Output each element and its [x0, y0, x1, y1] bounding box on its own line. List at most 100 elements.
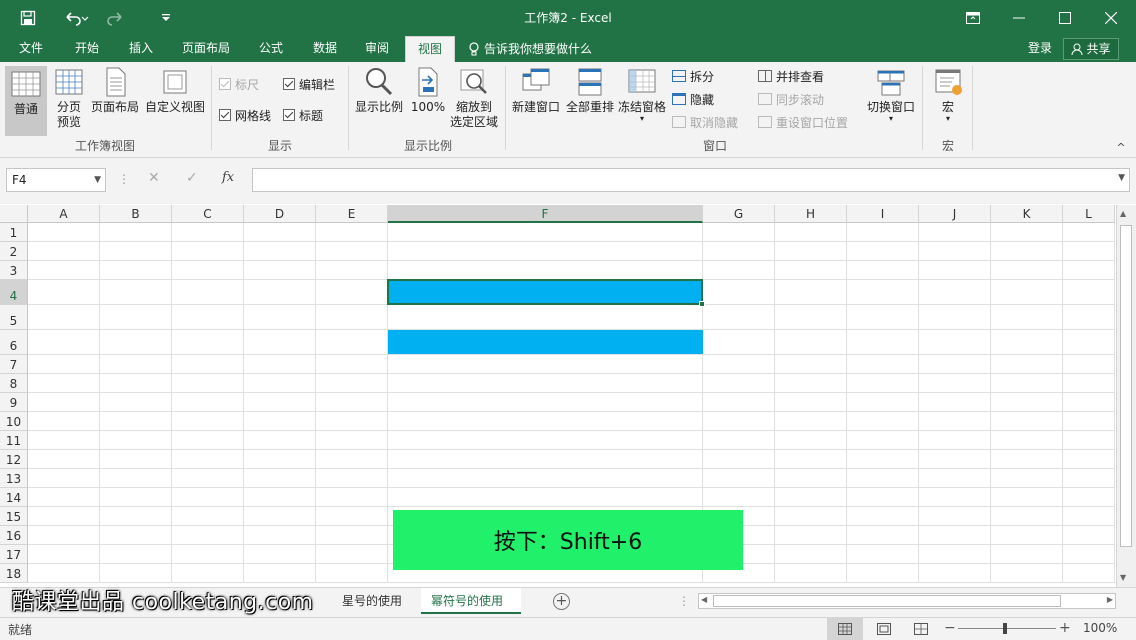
page-break-status-icon[interactable]	[914, 623, 928, 635]
column-header-i[interactable]: I	[847, 205, 919, 223]
row-header-12[interactable]: 12	[0, 450, 28, 469]
share-button[interactable]: 共享	[1063, 38, 1119, 60]
scroll-down-icon[interactable]: ▼	[1120, 573, 1126, 582]
tab-split-grip-icon[interactable]: ⋮	[678, 594, 690, 608]
insert-function-icon[interactable]: fx	[222, 170, 234, 185]
page-break-preview-button[interactable]: 分页 预览	[50, 66, 88, 134]
row-header-11[interactable]: 11	[0, 431, 28, 450]
zoom-slider-track[interactable]	[958, 628, 1056, 629]
macros-button[interactable]: 宏 ▾	[928, 66, 968, 134]
row-header-8[interactable]: 8	[0, 374, 28, 393]
scroll-left-icon[interactable]: ◀	[701, 595, 707, 604]
page-layout-button[interactable]: 页面布局	[88, 66, 142, 134]
vertical-scrollbar[interactable]: ▲ ▼	[1116, 205, 1136, 587]
zoom-100-button[interactable]: 100%	[408, 66, 448, 134]
hide-button[interactable]: 隐藏	[672, 89, 714, 109]
fill-handle[interactable]	[699, 301, 705, 307]
column-header-a[interactable]: A	[28, 205, 100, 223]
tab-page-layout[interactable]: 页面布局	[174, 36, 238, 62]
zoom-percent[interactable]: 100%	[1083, 621, 1117, 635]
horizontal-scroll-thumb[interactable]	[713, 595, 1061, 607]
reset-window-position-button[interactable]: 重设窗口位置	[758, 112, 848, 132]
row-header-18[interactable]: 18	[0, 564, 28, 583]
customize-qat-icon[interactable]	[156, 6, 176, 30]
scroll-right-icon[interactable]: ▶	[1107, 595, 1113, 604]
column-header-k[interactable]: K	[991, 205, 1063, 223]
login-link[interactable]: 登录	[1020, 36, 1060, 62]
view-side-by-side-button[interactable]: 并排查看	[758, 66, 824, 86]
normal-view-button[interactable]: 普通	[5, 66, 47, 136]
close-icon[interactable]	[1088, 0, 1134, 36]
column-header-h[interactable]: H	[775, 205, 847, 223]
row-header-3[interactable]: 3	[0, 261, 28, 280]
column-header-e[interactable]: E	[316, 205, 388, 223]
column-header-l[interactable]: L	[1063, 205, 1115, 223]
tab-file[interactable]: 文件	[8, 36, 54, 62]
column-header-b[interactable]: B	[100, 205, 172, 223]
tab-data[interactable]: 数据	[302, 36, 348, 62]
formula-bar-checkbox[interactable]: 编辑栏	[283, 74, 335, 94]
tab-view[interactable]: 视图	[405, 36, 455, 62]
gridlines-checkbox[interactable]: 网格线	[219, 105, 271, 125]
column-header-d[interactable]: D	[244, 205, 316, 223]
minimize-icon[interactable]	[996, 0, 1042, 36]
scroll-up-icon[interactable]: ▲	[1120, 209, 1126, 218]
column-header-f[interactable]: F	[388, 205, 703, 223]
name-box[interactable]: F4 ▼	[6, 168, 106, 192]
row-header-17[interactable]: 17	[0, 545, 28, 564]
row-header-9[interactable]: 9	[0, 393, 28, 412]
arrange-all-button[interactable]: 全部重排	[563, 66, 617, 134]
zoom-in-icon[interactable]: +	[1059, 620, 1071, 636]
row-header-2[interactable]: 2	[0, 242, 28, 261]
split-button[interactable]: 拆分	[672, 66, 714, 86]
horizontal-scrollbar[interactable]: ◀ ▶	[698, 593, 1116, 609]
row-header-16[interactable]: 16	[0, 526, 28, 545]
zoom-button[interactable]: 显示比例	[352, 66, 406, 134]
custom-views-button[interactable]: 自定义视图	[143, 66, 207, 134]
headings-checkbox[interactable]: 标题	[283, 105, 323, 125]
new-window-button[interactable]: 新建窗口	[509, 66, 563, 134]
sheet-tab-power[interactable]: 幂符号的使用	[421, 588, 521, 614]
row-header-10[interactable]: 10	[0, 412, 28, 431]
row-header-13[interactable]: 13	[0, 469, 28, 488]
zoom-to-selection-button[interactable]: 缩放到 选定区域	[448, 66, 500, 134]
tab-formulas[interactable]: 公式	[248, 36, 294, 62]
zoom-out-icon[interactable]: −	[944, 620, 956, 636]
row-header-15[interactable]: 15	[0, 507, 28, 526]
filled-cell-f6[interactable]	[388, 330, 703, 354]
page-layout-status-icon[interactable]	[877, 623, 891, 635]
collapse-ribbon-icon[interactable]: ^	[1114, 142, 1128, 154]
zoom-slider-thumb[interactable]	[1003, 623, 1007, 634]
formula-input[interactable]: ▼	[252, 168, 1130, 192]
sync-scroll-button[interactable]: 同步滚动	[758, 89, 824, 109]
row-header-5[interactable]: 5	[0, 305, 28, 330]
column-header-g[interactable]: G	[703, 205, 775, 223]
add-sheet-icon[interactable]: +	[553, 593, 570, 610]
tab-home[interactable]: 开始	[64, 36, 110, 62]
undo-icon[interactable]	[60, 6, 94, 30]
sheet-tab-asterisk[interactable]: 星号的使用	[332, 588, 412, 614]
freeze-panes-button[interactable]: 冻结窗格 ▾	[617, 66, 667, 134]
tell-me-box[interactable]: 告诉我你想要做什么	[468, 36, 618, 62]
row-header-4[interactable]: 4	[0, 280, 28, 305]
active-cell-border[interactable]	[387, 279, 703, 305]
tab-review[interactable]: 审阅	[354, 36, 400, 62]
row-header-6[interactable]: 6	[0, 330, 28, 355]
ribbon-display-icon[interactable]	[950, 0, 996, 36]
column-header-c[interactable]: C	[172, 205, 244, 223]
cancel-icon[interactable]: ✕	[148, 170, 160, 186]
vertical-scroll-thumb[interactable]	[1120, 225, 1132, 547]
ruler-checkbox[interactable]: 标尺	[219, 74, 259, 94]
enter-icon[interactable]: ✓	[186, 170, 198, 186]
row-header-7[interactable]: 7	[0, 355, 28, 374]
select-all-corner[interactable]	[0, 205, 28, 223]
row-header-1[interactable]: 1	[0, 223, 28, 242]
switch-windows-button[interactable]: 切换窗口 ▾	[864, 66, 918, 134]
unhide-button[interactable]: 取消隐藏	[672, 112, 738, 132]
normal-view-status-button[interactable]	[827, 618, 863, 640]
tab-insert[interactable]: 插入	[118, 36, 164, 62]
column-header-j[interactable]: J	[919, 205, 991, 223]
save-icon[interactable]	[16, 6, 40, 30]
redo-icon[interactable]	[104, 6, 138, 30]
maximize-icon[interactable]	[1042, 0, 1088, 36]
